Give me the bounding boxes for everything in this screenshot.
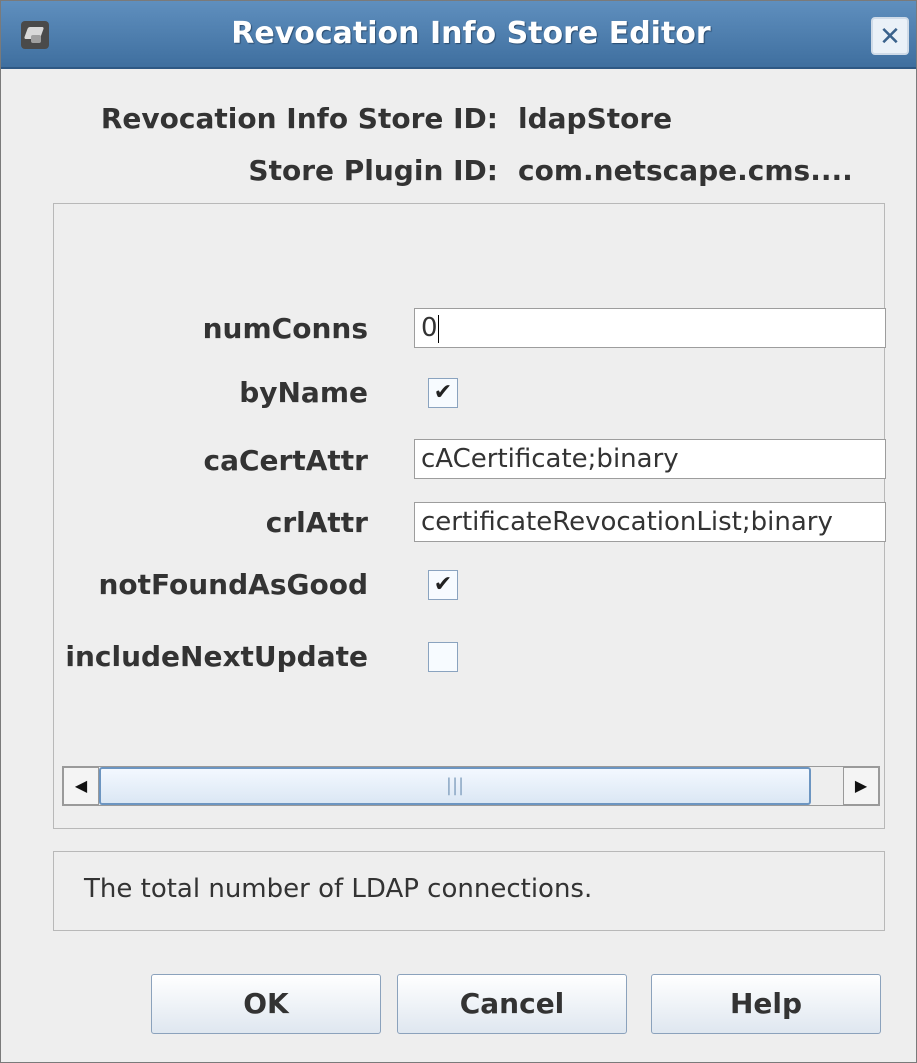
store-id-row: Revocation Info Store ID: ldapStore — [1, 102, 916, 138]
help-button[interactable]: Help — [651, 974, 881, 1034]
cacertattr-label: caCertAttr — [203, 444, 368, 477]
parameters-panel: numConns 0 byName ✔ caCertAttr cACertifi… — [53, 203, 886, 829]
close-button[interactable]: ✕ — [871, 17, 909, 55]
numconns-input[interactable]: 0 — [414, 308, 886, 348]
notfoundasgood-checkbox[interactable]: ✔ — [428, 570, 458, 600]
includenextupdate-label: includeNextUpdate — [65, 640, 368, 673]
help-text: The total number of LDAP connections. — [84, 874, 593, 904]
ok-button[interactable]: OK — [151, 974, 381, 1034]
scroll-left-arrow-icon[interactable]: ◀ — [63, 767, 99, 805]
plugin-id-row: Store Plugin ID: com.netscape.cms.... — [1, 154, 916, 190]
store-id-label: Revocation Info Store ID: — [100, 102, 498, 135]
plugin-id-value: com.netscape.cms.... — [518, 154, 853, 187]
cacertattr-input[interactable]: cACertificate;binary — [414, 439, 886, 479]
byname-checkbox[interactable]: ✔ — [428, 378, 458, 408]
dialog-window: Revocation Info Store Editor ✕ Revocatio… — [0, 0, 917, 1063]
numconns-label: numConns — [202, 312, 368, 345]
window-title: Revocation Info Store Editor — [231, 16, 711, 51]
cancel-button[interactable]: Cancel — [397, 974, 627, 1034]
byname-label: byName — [239, 376, 368, 409]
scroll-thumb[interactable]: ||| — [99, 767, 811, 805]
notfoundasgood-label: notFoundAsGood — [98, 568, 368, 601]
crlattr-input[interactable]: certificateRevocationList;binary — [414, 502, 886, 542]
text-caret — [437, 314, 439, 343]
crlattr-label: crlAttr — [265, 506, 368, 539]
horizontal-scrollbar[interactable]: ◀ ||| ▶ — [62, 766, 880, 806]
store-id-value: ldapStore — [518, 102, 673, 135]
plugin-id-label: Store Plugin ID: — [248, 154, 498, 187]
title-bar[interactable]: Revocation Info Store Editor ✕ — [1, 1, 916, 69]
includenextupdate-checkbox[interactable] — [428, 642, 458, 672]
scroll-right-arrow-icon[interactable]: ▶ — [843, 767, 879, 805]
help-panel: The total number of LDAP connections. — [53, 851, 885, 931]
